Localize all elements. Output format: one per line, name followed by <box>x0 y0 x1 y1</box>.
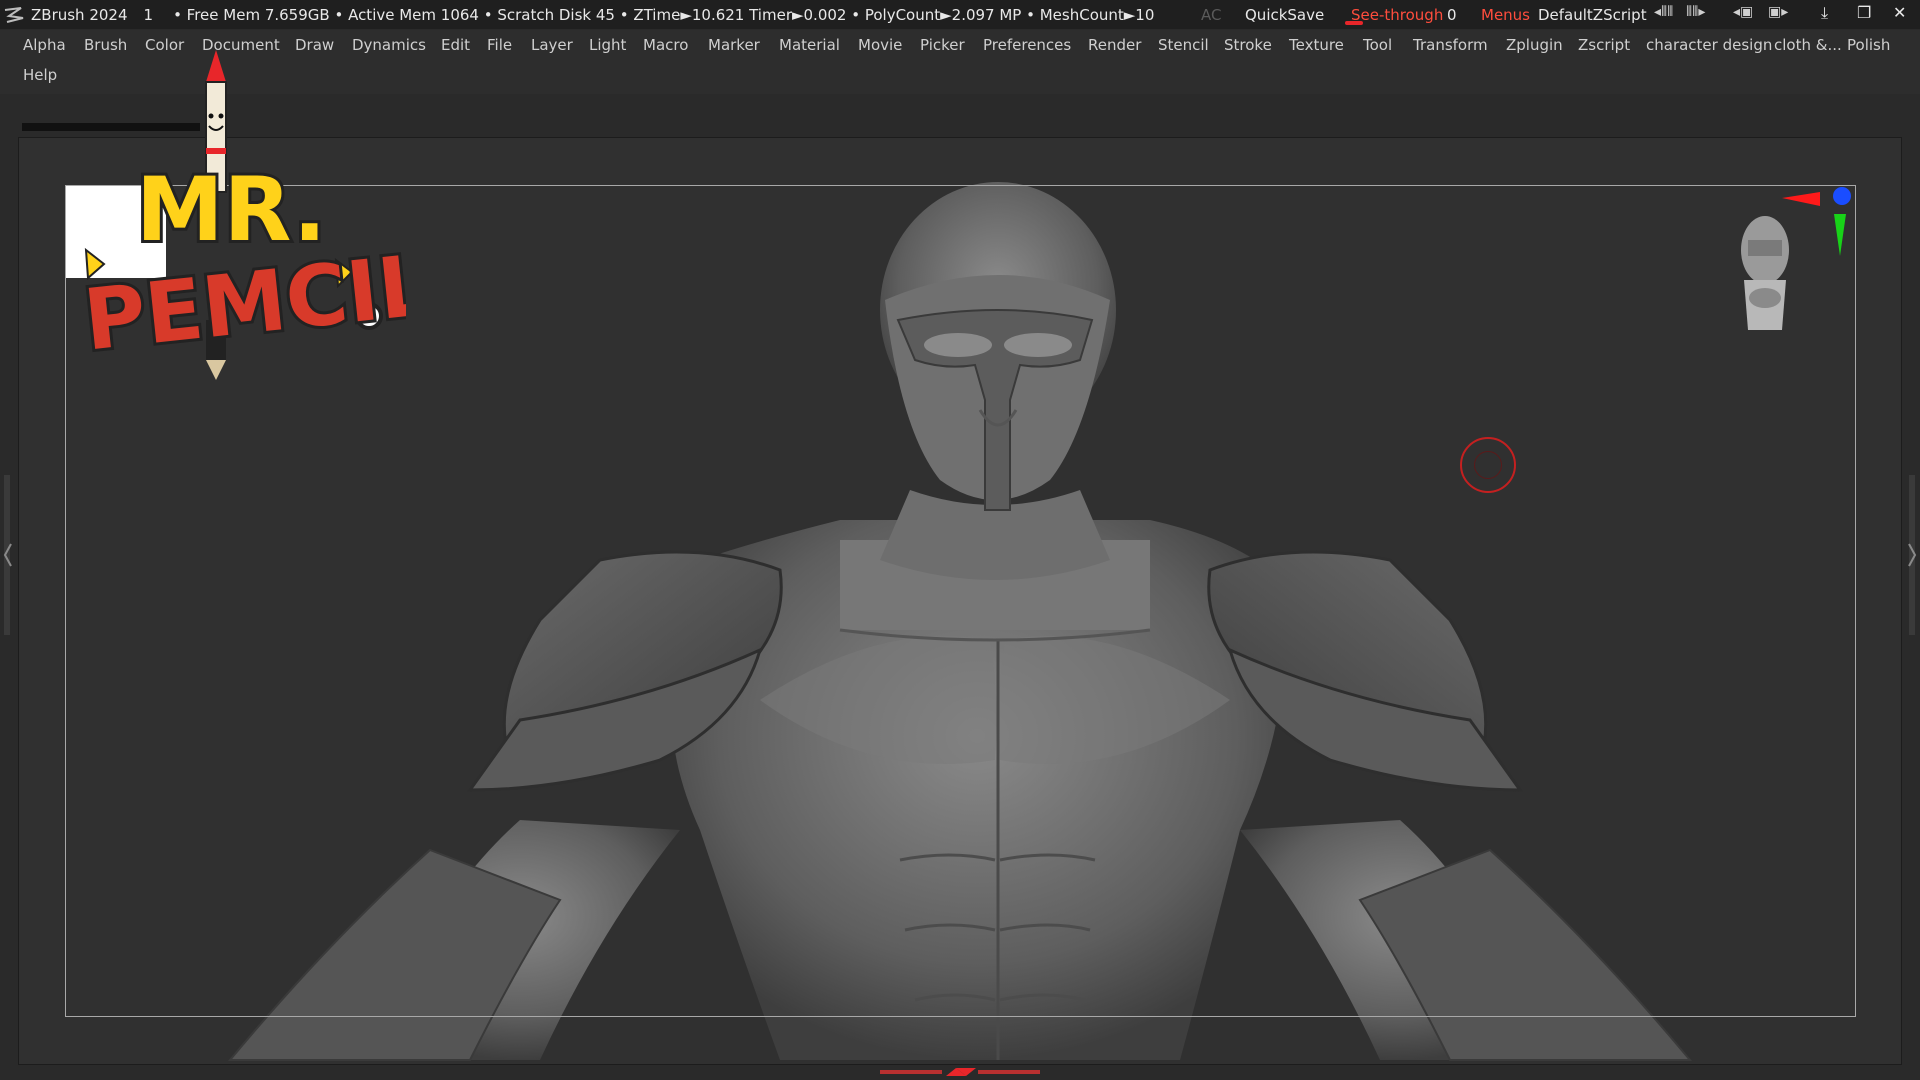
mr-pencil-logo: MR. PEMCIL <box>66 50 406 380</box>
pencil-mascot-icon: MR. PEMCIL <box>76 50 406 380</box>
navigation-gizmo-icon[interactable] <box>1730 180 1860 340</box>
logo-line2: PEMCIL <box>79 236 406 370</box>
logo-line1: MR. <box>136 158 326 261</box>
brush-cursor-inner <box>1474 451 1502 479</box>
bottom-tray-handle[interactable] <box>880 1068 1040 1076</box>
